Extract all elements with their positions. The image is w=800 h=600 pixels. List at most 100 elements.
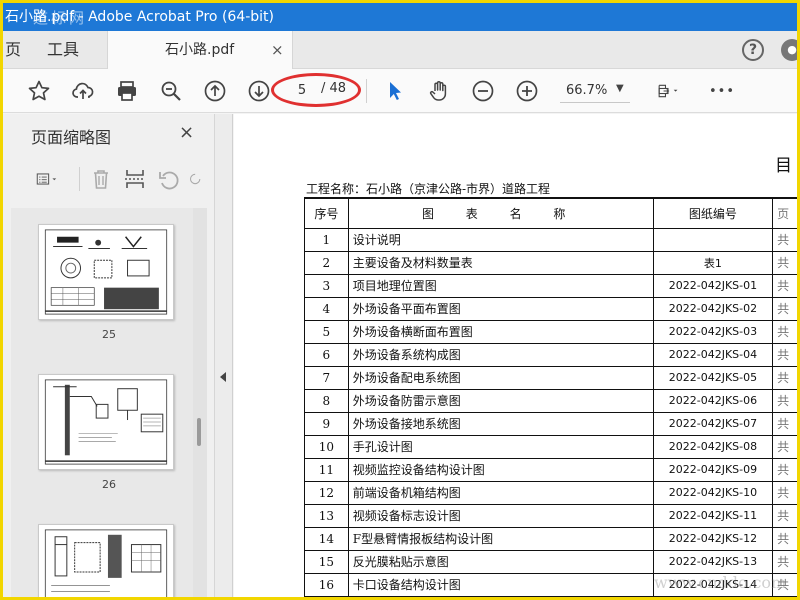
column-header-code: 图纸编号 (652, 197, 774, 229)
drawing-code: 2022-042JKS-02 (652, 296, 774, 321)
table-body: 1 设计说明共 2 主要设备及材料数量表 表1 共 3 项目地理位置图 2022-042JKS-… (304, 227, 797, 597)
drawing-code (652, 227, 774, 252)
drawing-preview (44, 379, 168, 465)
row-extra: 共 (772, 434, 797, 459)
thumbnails-pane-title: 页面缩略图 (31, 128, 112, 147)
row-extra: 共 (772, 549, 797, 574)
drawing-name: 反光膜粘贴示意图 (347, 549, 654, 574)
rotate-right-icon[interactable] (187, 167, 201, 191)
table-row: 8 外场设备防雷示意图 2022-042JKS-06 共 (304, 388, 797, 413)
scrollbar-thumb[interactable] (197, 418, 201, 446)
tab-home[interactable]: 页 (5, 31, 21, 69)
drawing-name: 设计说明 (347, 227, 654, 252)
drawing-code: 2022-042JKS-10 (652, 480, 774, 505)
page-thumbnail[interactable] (38, 374, 174, 470)
drawing-name: 前端设备机箱结构图 (347, 480, 654, 505)
window-title: 石小路.pdf - Adobe Acrobat Pro (64-bit) (5, 9, 275, 25)
thumbnails-scrollbar[interactable] (193, 208, 207, 597)
delete-page-icon[interactable] (89, 167, 113, 191)
pane-close-icon[interactable]: × (179, 122, 194, 143)
row-number: 2 (304, 250, 349, 275)
row-extra: 共 (772, 526, 797, 551)
cloud-upload-icon[interactable] (71, 79, 95, 103)
help-icon[interactable]: ? (742, 39, 764, 61)
row-number: 16 (304, 572, 349, 597)
thumbnail-page-number: 26 (102, 478, 116, 491)
drawing-code: 2022-042JKS-11 (652, 503, 774, 528)
table-row: 12 前端设备机箱结构图 2022-042JKS-10 共 (304, 480, 797, 505)
table-row: 11 视频监控设备结构设计图 2022-042JKS-09 共 (304, 457, 797, 482)
next-page-icon[interactable] (247, 79, 271, 103)
drawing-code: 2022-042JKS-06 (652, 388, 774, 413)
drawing-name: 外场设备横断面布置图 (347, 319, 654, 344)
thumbnail-options-icon[interactable] (29, 167, 67, 191)
row-number: 5 (304, 319, 349, 344)
select-cursor-icon[interactable] (383, 79, 407, 103)
fit-page-icon[interactable] (649, 79, 687, 103)
tab-close-icon[interactable]: × (271, 31, 284, 69)
row-extra: 共 (772, 227, 797, 252)
drawing-name: 视频监控设备结构设计图 (347, 457, 654, 482)
row-number: 1 (304, 227, 349, 252)
document-view[interactable]: 目 工程名称：石小路（京津公路-市界）道路工程 序号 图 表 名 称 图纸编号 … (234, 114, 797, 597)
row-number: 14 (304, 526, 349, 551)
account-icon[interactable]: ● (781, 39, 797, 61)
table-row: 4 外场设备平面布置图 2022-042JKS-02 共 (304, 296, 797, 321)
drawing-code: 2022-042JKS-09 (652, 457, 774, 482)
row-number: 9 (304, 411, 349, 436)
drawing-code: 2022-042JKS-01 (652, 273, 774, 298)
table-row: 3 项目地理位置图 2022-042JKS-01 共 (304, 273, 797, 298)
page-number-input[interactable] (285, 80, 319, 100)
previous-page-icon[interactable] (203, 79, 227, 103)
row-number: 15 (304, 549, 349, 574)
page-thumbnail[interactable] (38, 224, 174, 320)
tab-tools[interactable]: 工具 (47, 31, 79, 69)
row-extra: 共 (772, 273, 797, 298)
drawing-name: 外场设备防雷示意图 (347, 388, 654, 413)
project-name: 工程名称：石小路（京津公路-市界）道路工程 (306, 182, 551, 196)
zoom-out-icon[interactable] (471, 79, 495, 103)
drawing-name: 主要设备及材料数量表 (347, 250, 654, 275)
tab-document[interactable]: 石小路.pdf × (107, 31, 293, 69)
thumbnails-toolbar (3, 160, 214, 198)
row-extra: 共 (772, 572, 797, 597)
column-header-extra: 页 (772, 197, 797, 229)
table-row: 16 卡口设备结构设计图 2022-042JKS-14 共 (304, 572, 797, 597)
insert-page-icon[interactable] (123, 167, 147, 191)
table-row: 1 设计说明 共 (304, 227, 797, 252)
drawing-preview (44, 529, 168, 597)
rotate-left-icon[interactable] (157, 167, 181, 191)
thumbnail-page-number: 25 (102, 328, 116, 341)
row-number: 13 (304, 503, 349, 528)
table-row: 6 外场设备系统构成图 2022-042JKS-04 共 (304, 342, 797, 367)
zoom-level-dropdown[interactable]: 66.7% ▼ (560, 79, 630, 103)
pane-toolbar-divider (79, 167, 80, 191)
title-bar: 石小路.pdf - Adobe Acrobat Pro (64-bit) (3, 3, 797, 31)
tab-document-title: 石小路.pdf (165, 42, 235, 58)
row-extra: 共 (772, 503, 797, 528)
more-tools-icon[interactable]: ••• (709, 79, 735, 103)
tab-bar: 页 工具 石小路.pdf × ? ● (3, 31, 797, 69)
drawing-code: 2022-042JKS-07 (652, 411, 774, 436)
drawing-name: 项目地理位置图 (347, 273, 654, 298)
print-icon[interactable] (115, 79, 139, 103)
zoom-in-icon[interactable] (515, 79, 539, 103)
drawing-code: 2022-042JKS-04 (652, 342, 774, 367)
page-thumbnail[interactable] (38, 524, 174, 597)
row-number: 3 (304, 273, 349, 298)
hand-tool-icon[interactable] (427, 79, 451, 103)
zoom-search-icon[interactable] (159, 79, 183, 103)
table-header-row: 序号 图 表 名 称 图纸编号 页 (304, 197, 797, 229)
drawing-name: 外场设备配电系统图 (347, 365, 654, 390)
table-row: 15 反光膜粘贴示意图 2022-042JKS-13 共 (304, 549, 797, 574)
row-extra: 共 (772, 319, 797, 344)
column-header-no: 序号 (304, 197, 349, 229)
table-row: 7 外场设备配电系统图 2022-042JKS-05 共 (304, 365, 797, 390)
drawing-list-table: 序号 图 表 名 称 图纸编号 页 1 设计说明共 2 主要设备及材料数量表 表1 共 3 项… (304, 197, 797, 597)
drawing-name: 外场设备平面布置图 (347, 296, 654, 321)
pane-collapse-handle[interactable] (215, 114, 233, 597)
table-row: 5 外场设备横断面布置图 2022-042JKS-03 共 (304, 319, 797, 344)
drawing-code: 2022-042JKS-05 (652, 365, 774, 390)
bookmark-star-icon[interactable] (27, 79, 51, 103)
chevron-down-icon: ▼ (616, 83, 624, 94)
